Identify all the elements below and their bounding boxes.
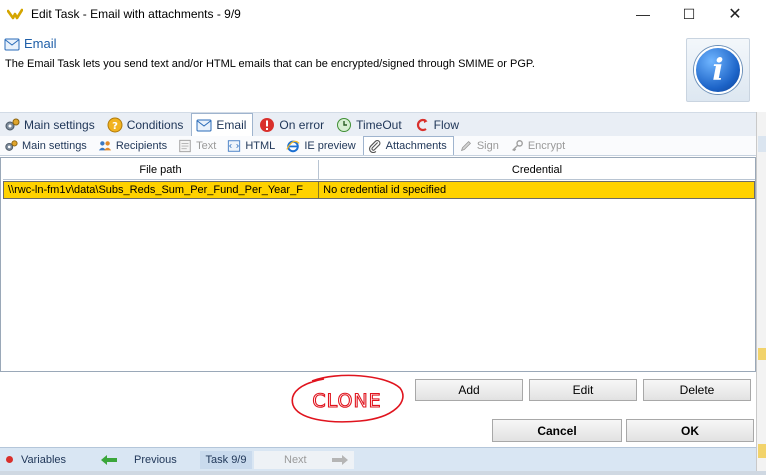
- subtab-ie-preview[interactable]: IE preview: [282, 136, 361, 155]
- footer-navigation: Variables Previous Task 9/9 Next: [0, 447, 756, 471]
- background-window-edge: [756, 112, 766, 475]
- email-sub-tab-strip: Main settings Recipients Text HTML IE pr…: [0, 136, 756, 156]
- add-button[interactable]: Add: [415, 379, 523, 401]
- tab-label: Main settings: [24, 118, 95, 132]
- maximize-button[interactable]: ☐: [666, 0, 712, 28]
- cancel-button[interactable]: Cancel: [492, 419, 622, 442]
- tab-flow[interactable]: Flow: [410, 114, 465, 136]
- text-icon: [178, 139, 192, 153]
- subtab-sign[interactable]: Sign: [455, 136, 505, 155]
- tab-main-settings[interactable]: Main settings: [0, 114, 101, 136]
- subtab-text[interactable]: Text: [174, 136, 222, 155]
- edit-button[interactable]: Edit: [529, 379, 637, 401]
- task-position: Task 9/9: [200, 450, 252, 469]
- error-icon: [259, 117, 275, 133]
- next-button[interactable]: Next: [254, 450, 354, 469]
- cell-file-path[interactable]: \\rwc-ln-fm1v\data\Subs_Reds_Sum_Per_Fun…: [4, 182, 320, 198]
- tab-on-error[interactable]: On error: [255, 114, 330, 136]
- close-button[interactable]: ✕: [712, 0, 758, 28]
- task-type-title: Email: [24, 36, 57, 51]
- background-window-bottom: [0, 471, 766, 475]
- subtab-attachments[interactable]: Attachments: [362, 136, 454, 155]
- delete-button[interactable]: Delete: [643, 379, 751, 401]
- column-header-file-path[interactable]: File path: [3, 160, 319, 180]
- ok-button[interactable]: OK: [626, 419, 754, 442]
- gears-icon: [4, 139, 18, 153]
- timeout-icon: [336, 117, 352, 133]
- annotation-text: CLONE: [312, 390, 381, 412]
- task-header: Email The Email Task lets you send text …: [0, 28, 766, 112]
- clone-annotation: CLONE: [291, 374, 404, 423]
- email-task-icon: [4, 38, 20, 51]
- subtab-encrypt[interactable]: Encrypt: [506, 136, 571, 155]
- svg-text:?: ?: [112, 121, 118, 132]
- subtab-label: Attachments: [385, 140, 447, 152]
- subtab-main-settings[interactable]: Main settings: [0, 136, 93, 155]
- html-icon: [227, 139, 241, 153]
- tab-email[interactable]: Email: [191, 113, 254, 136]
- conditions-icon: ?: [107, 117, 123, 133]
- previous-button[interactable]: Previous: [100, 454, 200, 466]
- subtab-label: Sign: [476, 139, 499, 152]
- recipients-icon: [98, 139, 112, 153]
- paperclip-icon: [368, 139, 382, 153]
- gears-icon: [4, 117, 20, 133]
- task-description: The Email Task lets you send text and/or…: [5, 58, 535, 70]
- cell-credential[interactable]: No credential id specified: [319, 182, 754, 198]
- title-bar: Edit Task - Email with attachments - 9/9…: [0, 0, 766, 28]
- column-header-credential[interactable]: Credential: [319, 160, 755, 180]
- subtab-label: HTML: [245, 139, 276, 152]
- arrow-right-icon: [331, 454, 348, 465]
- subtab-recipients[interactable]: Recipients: [94, 136, 173, 155]
- ie-icon: [286, 139, 300, 153]
- subtab-label: Encrypt: [527, 139, 566, 152]
- variables-icon: [6, 456, 13, 463]
- tab-label: Flow: [433, 118, 460, 132]
- window-title: Edit Task - Email with attachments - 9/9: [31, 7, 241, 21]
- tab-label: Conditions: [126, 118, 184, 132]
- variables-button[interactable]: Variables: [6, 454, 96, 466]
- subtab-label: IE preview: [304, 139, 356, 152]
- variables-label: Variables: [21, 453, 67, 466]
- email-task-icon: [196, 117, 212, 133]
- info-badge: i: [686, 38, 750, 102]
- flow-icon: [414, 117, 430, 133]
- tab-timeout[interactable]: TimeOut: [332, 114, 408, 136]
- tab-label: TimeOut: [356, 118, 402, 132]
- pen-icon: [459, 139, 473, 153]
- tab-label: Email: [216, 118, 247, 132]
- subtab-html[interactable]: HTML: [223, 136, 281, 155]
- subtab-label: Text: [196, 139, 217, 152]
- key-icon: [510, 139, 524, 153]
- subtab-label: Recipients: [115, 139, 168, 152]
- table-row[interactable]: \\rwc-ln-fm1v\data\Subs_Reds_Sum_Per_Fun…: [3, 181, 755, 199]
- main-tab-strip: Main settings ? Conditions Email On erro…: [0, 112, 756, 136]
- app-logo-icon: [7, 8, 23, 20]
- grid-header: File path Credential: [3, 160, 755, 180]
- tab-label: On error: [279, 118, 325, 132]
- minimize-button[interactable]: —: [620, 0, 666, 28]
- previous-label: Previous: [134, 453, 177, 466]
- attachments-grid[interactable]: File path Credential \\rwc-ln-fm1v\data\…: [0, 157, 756, 372]
- next-label: Next: [284, 453, 307, 466]
- arrow-left-icon: [101, 454, 117, 465]
- info-icon: i: [694, 46, 742, 94]
- tab-conditions[interactable]: ? Conditions: [103, 114, 190, 136]
- subtab-label: Main settings: [22, 139, 87, 152]
